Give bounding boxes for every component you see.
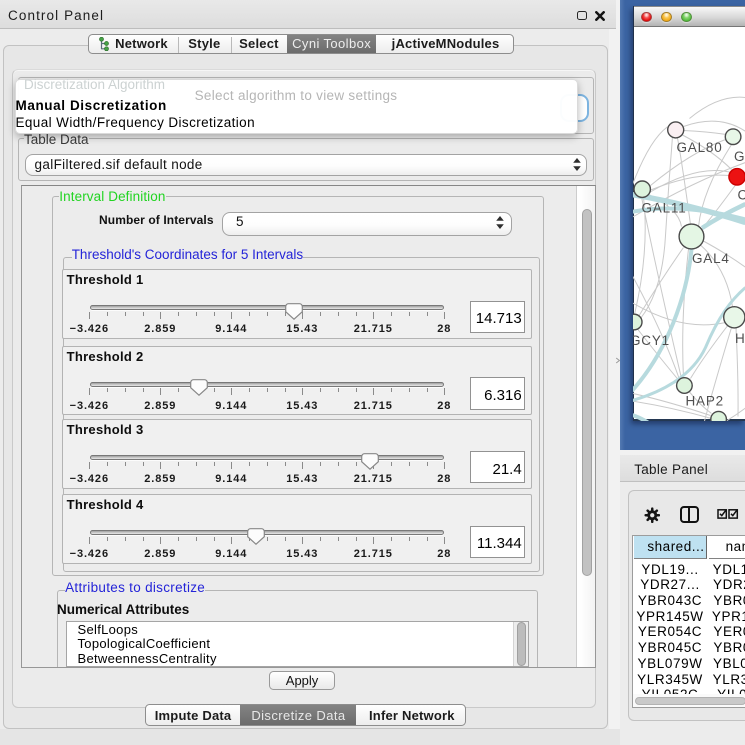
svg-text:GAL4: GAL4 xyxy=(692,250,730,265)
svg-text:GAL11: GAL11 xyxy=(641,200,686,215)
svg-text:HAP2: HAP2 xyxy=(685,393,723,408)
svg-text:GAL80: GAL80 xyxy=(676,140,722,155)
svg-text:H: H xyxy=(735,330,745,345)
svg-text:C: C xyxy=(737,187,745,202)
svg-text:GA: GA xyxy=(734,149,745,164)
svg-text:GCY1: GCY1 xyxy=(633,332,670,347)
